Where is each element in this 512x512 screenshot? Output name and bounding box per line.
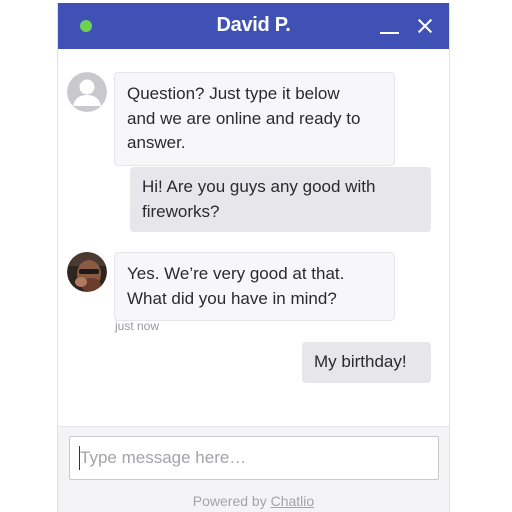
powered-by-label: Powered by [192,493,271,509]
message-line: What did you have in mind? [127,288,337,308]
minimize-icon[interactable] [379,15,401,37]
message-line: Yes. We’re very good at that. [127,264,345,283]
message-line: fireworks? [142,201,220,221]
message-line: and we are online and ready to [127,108,361,128]
message-line: My birthday! [314,352,407,371]
visitor-message: Hi! Are you guys any good with fireworks… [130,167,431,232]
agent-avatar [67,252,107,292]
message-timestamp: just now [115,319,160,333]
chat-header: David P. [58,3,449,49]
chat-widget: David P. Question? Just type it below an… [57,3,450,512]
agent-message: Yes. We’re very good at that. What did y… [114,252,395,321]
message-line: Hi! Are you guys any good with [142,177,376,196]
composer: Powered by Chatlio [58,426,449,512]
close-icon[interactable] [415,16,435,36]
message-line: Question? Just type it below [127,84,340,103]
text-caret [79,446,80,470]
chatlio-link[interactable]: Chatlio [271,493,315,509]
message-line: answer. [127,133,186,152]
default-user-icon [67,72,107,112]
visitor-message: My birthday! [302,342,431,383]
agent-message: Question? Just type it below and we are … [114,72,395,166]
powered-by: Powered by Chatlio [58,493,449,509]
message-input[interactable] [69,436,439,480]
